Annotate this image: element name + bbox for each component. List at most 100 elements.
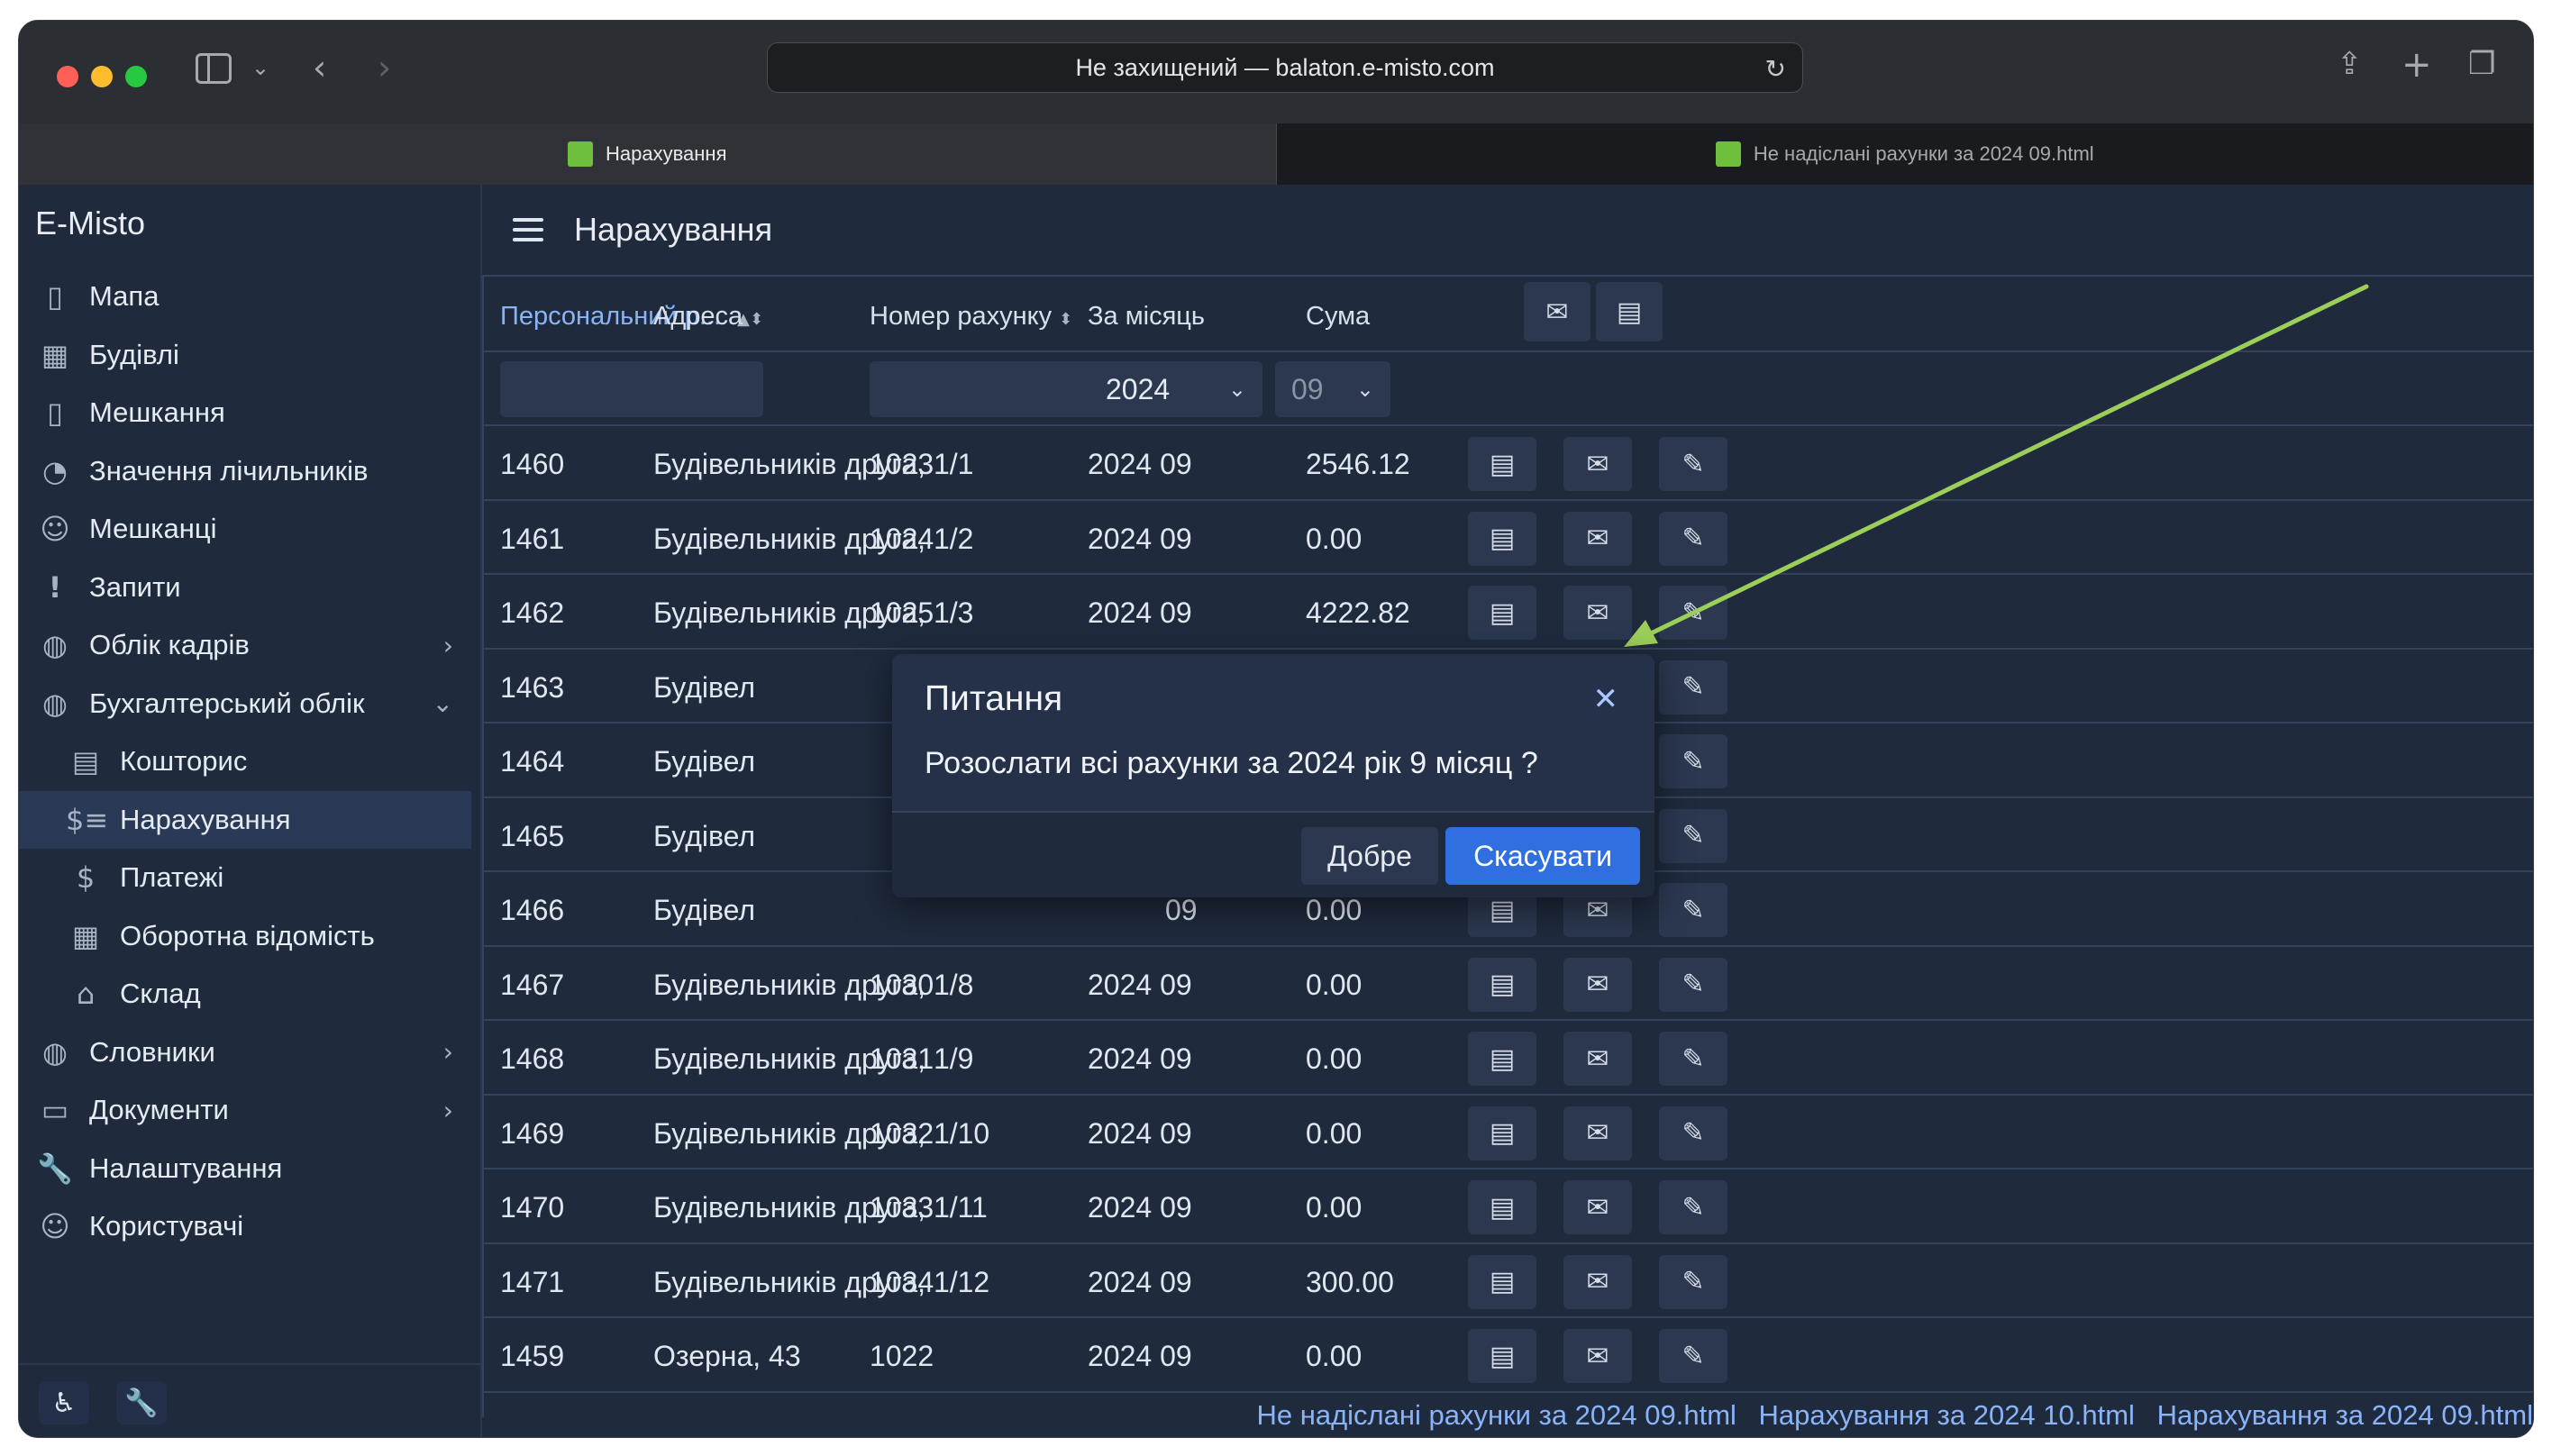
edit-button[interactable]: ✎: [1659, 1032, 1727, 1086]
sidebar-item-payments[interactable]: $ Платежі: [19, 849, 480, 907]
address-bar[interactable]: Не захищений — balaton.e-misto.com ↻: [767, 42, 1803, 93]
ok-button[interactable]: Добре: [1301, 827, 1438, 885]
view-invoice-button[interactable]: ▤: [1468, 1329, 1536, 1383]
send-invoice-button[interactable]: ✉: [1563, 1254, 1632, 1309]
edit-button[interactable]: ✎: [1659, 1329, 1727, 1383]
table-row[interactable]: 1459 Озерна, 43 1022 2024 09 0.00 ▤ ✉ ✎: [484, 1318, 2533, 1393]
send-invoice-button[interactable]: ✉: [1563, 1032, 1632, 1086]
send-invoice-button[interactable]: ✉: [1563, 586, 1632, 640]
document-icon: ▤: [1489, 894, 1516, 926]
document-icon: ▤: [1489, 523, 1516, 554]
edit-button[interactable]: ✎: [1659, 734, 1727, 788]
table-row[interactable]: 1462 Будівельників друга, 1/3 1025 2024 09 4…: [484, 575, 2533, 650]
sidebar-item-accounting[interactable]: ◍ Бухгалтерський облік ⌄: [19, 675, 480, 733]
sidebar-item-buildings[interactable]: ▦ Будівлі: [19, 326, 480, 385]
edit-button[interactable]: ✎: [1659, 586, 1727, 640]
send-invoice-button[interactable]: ✉: [1563, 511, 1632, 566]
share-icon[interactable]: ⇪: [2337, 46, 2363, 82]
column-header-address[interactable]: Адреса ⬍: [653, 302, 763, 332]
page-title: Нарахування: [574, 211, 773, 248]
sidebar-item-turnover[interactable]: ▦ Оборотна відомість: [19, 907, 480, 966]
send-all-button[interactable]: ✉: [1524, 282, 1590, 341]
view-invoice-button[interactable]: ▤: [1468, 586, 1536, 640]
column-header-account-number[interactable]: Номер рахунку ⬍: [870, 302, 1072, 332]
sidebar-item-residents[interactable]: ☺ Мешканці: [19, 500, 480, 559]
download-link[interactable]: Нарахування за 2024 10.html: [1759, 1399, 2135, 1431]
view-invoice-button[interactable]: ▤: [1468, 1106, 1536, 1160]
document-icon: ▤: [1489, 448, 1516, 480]
chevron-right-icon: ›: [442, 1095, 453, 1125]
tools-button[interactable]: 🔧: [116, 1381, 167, 1424]
table-row[interactable]: 1461 Будівельників друга, 1/2 1024 2024 09 0…: [484, 501, 2533, 575]
cell-id: 1471: [500, 1265, 565, 1298]
chevron-down-icon[interactable]: ⌄: [251, 55, 269, 80]
minimize-window-button[interactable]: [91, 66, 113, 87]
sidebar-item-settings[interactable]: 🔧 Налаштування: [19, 1140, 480, 1198]
view-invoice-button[interactable]: ▤: [1468, 1254, 1536, 1309]
tab-accruals[interactable]: Нарахування: [19, 123, 1277, 185]
year-select[interactable]: 2024 ⌄: [1088, 361, 1262, 417]
close-icon[interactable]: ✕: [1593, 681, 1619, 717]
view-invoice-button[interactable]: ▤: [1468, 437, 1536, 491]
reload-icon[interactable]: ↻: [1765, 54, 1786, 84]
close-window-button[interactable]: [57, 66, 78, 87]
back-icon[interactable]: ‹: [313, 48, 326, 87]
cell-account: 1030: [870, 968, 934, 1001]
sidebar-item-dictionaries[interactable]: ◍ Словники ›: [19, 1024, 480, 1082]
sidebar-item-hr[interactable]: ◍ Облік кадрів ›: [19, 616, 480, 675]
sidebar-item-label: Мапа: [89, 280, 160, 313]
sidebar-item-users[interactable]: ☺ Користувачі: [19, 1197, 480, 1256]
sidebar-item-estimate[interactable]: ▤ Кошторис: [19, 733, 480, 791]
zoom-window-button[interactable]: [125, 66, 147, 87]
download-link[interactable]: Не надіслані рахунки за 2024 09.html: [1256, 1399, 1736, 1431]
view-invoice-button[interactable]: ▤: [1468, 511, 1536, 566]
view-invoice-button[interactable]: ▤: [1468, 1032, 1536, 1086]
sidebar-item-map[interactable]: ▯ Мапа: [19, 268, 480, 326]
new-tab-icon[interactable]: +: [2402, 44, 2432, 86]
send-invoice-button[interactable]: ✉: [1563, 437, 1632, 491]
invoice-list-button[interactable]: ▤: [1596, 282, 1663, 341]
table-row[interactable]: 1467 Будівельників друга, 1/8 1030 2024 09 0…: [484, 947, 2533, 1021]
cell-account: 1025: [870, 596, 934, 629]
view-invoice-button[interactable]: ▤: [1468, 957, 1536, 1012]
accessibility-button[interactable]: ♿: [39, 1381, 89, 1424]
table-row[interactable]: 1471 Будівельників друга, 1/12 1034 2024 09…: [484, 1244, 2533, 1318]
tab-unsent-invoices[interactable]: Не надіслані рахунки за 2024 09.html: [1277, 123, 2534, 185]
edit-button[interactable]: ✎: [1659, 808, 1727, 863]
cancel-button[interactable]: Скасувати: [1445, 827, 1640, 885]
send-invoice-button[interactable]: ✉: [1563, 957, 1632, 1012]
send-invoice-button[interactable]: ✉: [1563, 1180, 1632, 1234]
confirm-dialog: Питання ✕ Розослати всі рахунки за 2024 …: [892, 654, 1654, 897]
personal-account-filter[interactable]: [500, 361, 763, 417]
sidebar-item-requests[interactable]: ! Запити: [19, 559, 480, 617]
envelope-icon: ✉: [1586, 1042, 1609, 1075]
send-invoice-button[interactable]: ✉: [1563, 1329, 1632, 1383]
table-row[interactable]: 1469 Будівельників друга, 1/10 1032 2024 09…: [484, 1096, 2533, 1169]
sidebar-item-meter-values[interactable]: ◔ Значення лічильників: [19, 442, 480, 501]
sidebar-item-apartments[interactable]: ▯ Мешкання: [19, 384, 480, 442]
view-invoice-button[interactable]: ▤: [1468, 1180, 1536, 1234]
table-row[interactable]: 1470 Будівельників друга, 1/11 1033 2024 09…: [484, 1169, 2533, 1244]
edit-button[interactable]: ✎: [1659, 1106, 1727, 1160]
menu-icon[interactable]: [513, 218, 543, 241]
sidebar-item-documents[interactable]: ▭ Документи ›: [19, 1081, 480, 1140]
forward-icon[interactable]: ›: [378, 48, 391, 87]
download-link[interactable]: Нарахування за 2024 09.html: [2157, 1399, 2533, 1431]
table-row[interactable]: 1468 Будівельників друга, 1/9 1031 2024 09 0…: [484, 1021, 2533, 1096]
document-icon: ▤: [1489, 1117, 1516, 1149]
site-favicon-icon: [568, 141, 593, 167]
edit-button[interactable]: ✎: [1659, 883, 1727, 937]
month-select[interactable]: 09 ⌄: [1275, 361, 1390, 417]
edit-button[interactable]: ✎: [1659, 957, 1727, 1012]
edit-button[interactable]: ✎: [1659, 511, 1727, 566]
edit-button[interactable]: ✎: [1659, 660, 1727, 714]
sidebar-item-warehouse[interactable]: ⌂ Склад: [19, 965, 480, 1024]
send-invoice-button[interactable]: ✉: [1563, 1106, 1632, 1160]
table-row[interactable]: 1460 Будівельників друга, 1/1 1023 2024 09 2…: [484, 426, 2533, 501]
sidebar-item-accruals[interactable]: $≡ Нарахування: [19, 790, 471, 849]
tab-overview-icon[interactable]: ❐: [2468, 46, 2495, 82]
edit-button[interactable]: ✎: [1659, 437, 1727, 491]
edit-button[interactable]: ✎: [1659, 1180, 1727, 1234]
sidebar-toggle-icon[interactable]: [196, 53, 232, 84]
edit-button[interactable]: ✎: [1659, 1254, 1727, 1309]
